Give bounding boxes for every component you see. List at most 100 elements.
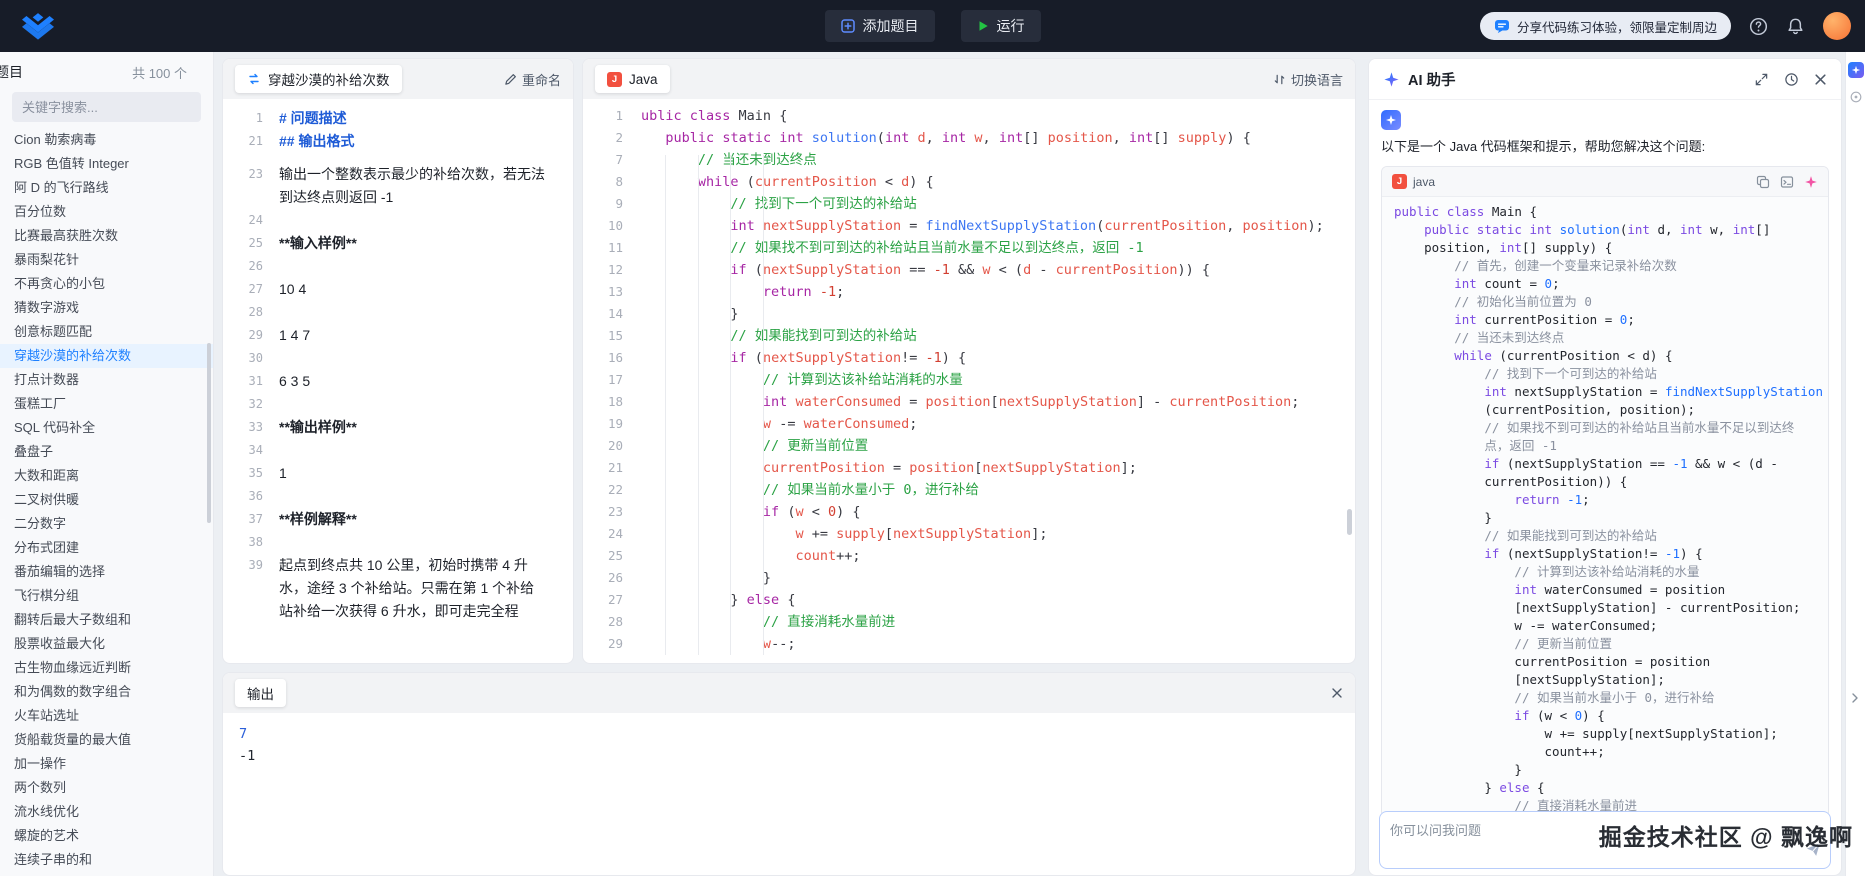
share-banner-button[interactable]: 分享代码练习体验，领限量定制周边 bbox=[1479, 12, 1731, 40]
add-problem-button[interactable]: 添加题目 bbox=[824, 10, 935, 42]
ai-panel-header: AI 助手 bbox=[1369, 59, 1841, 100]
output-tab[interactable]: 输出 bbox=[235, 679, 286, 707]
editor-code-line: 15 // 如果能找到可到达的补给站 bbox=[607, 328, 917, 344]
strip-ai-icon[interactable] bbox=[1847, 62, 1864, 78]
rename-button[interactable]: 重命名 bbox=[504, 70, 561, 89]
language-tab[interactable]: J Java bbox=[595, 65, 670, 93]
sidebar-item[interactable]: 加一操作 bbox=[0, 752, 213, 776]
sidebar-item[interactable]: 翻转后最大子数组和 bbox=[0, 608, 213, 632]
output-close-button[interactable] bbox=[1331, 687, 1343, 699]
switch-language-button[interactable]: 切换语言 bbox=[1273, 70, 1343, 89]
help-button[interactable] bbox=[1749, 17, 1768, 36]
java-icon: J bbox=[607, 71, 622, 87]
problem-line: 34 bbox=[248, 443, 263, 457]
sidebar-item[interactable]: 比赛最高获胜次数 bbox=[0, 224, 213, 248]
editor-code-line: 24 w += supply[nextSupplyStation]; bbox=[607, 526, 1048, 542]
notifications-button[interactable] bbox=[1786, 17, 1805, 36]
sidebar-item[interactable]: Cion 勒索病毒 bbox=[0, 128, 213, 152]
bell-icon bbox=[1788, 18, 1803, 34]
search-input[interactable] bbox=[12, 92, 201, 122]
sidebar-item[interactable]: SQL 代码补全 bbox=[0, 416, 213, 440]
copy-code-button[interactable] bbox=[1756, 175, 1770, 189]
sidebar-item[interactable]: 百分位数 bbox=[0, 200, 213, 224]
sidebar-item[interactable]: RGB 色值转 Integer bbox=[0, 152, 213, 176]
ai-avatar-icon bbox=[1381, 110, 1401, 130]
editor-code-line: 18 int waterConsumed = position[nextSupp… bbox=[607, 394, 1300, 410]
ai-code-line: while (currentPosition < d) { bbox=[1454, 348, 1673, 363]
sidebar-item[interactable]: 连续子串的和 bbox=[0, 848, 213, 872]
sidebar-item[interactable]: 火车站选址 bbox=[0, 704, 213, 728]
send-plane-icon bbox=[1806, 842, 1821, 856]
sidebar-item[interactable]: 股票收益最大化 bbox=[0, 632, 213, 656]
problem-markdown-editor[interactable]: 1 # 问题描述 21 ## 输出格式 23 输出一个整数表示最少的补给次数，若无法到达终… bbox=[223, 99, 573, 623]
ai-code-line: } bbox=[1514, 762, 1522, 777]
problem-line: 35 1 bbox=[248, 465, 287, 481]
ai-code-line: w -= waterConsumed; bbox=[1514, 618, 1658, 633]
editor-scrollbar[interactable] bbox=[1347, 509, 1352, 535]
ai-close-button[interactable] bbox=[1814, 73, 1827, 86]
sidebar-item[interactable]: 猜数字游戏 bbox=[0, 296, 213, 320]
output-panel-header: 输出 bbox=[223, 673, 1355, 713]
problem-sidebar: 题目 共 100 个 Cion 勒索病毒RGB 色值转 Integer阿 D 的… bbox=[0, 52, 214, 876]
problem-line: 38 bbox=[248, 535, 263, 549]
sidebar-item[interactable]: 两个数列 bbox=[0, 776, 213, 800]
indent-guide bbox=[698, 155, 699, 655]
editor-code-line: 23 if (w < 0) { bbox=[607, 504, 861, 520]
editor-code-lines: 1 ublic class Main {2 public static int s… bbox=[593, 105, 1355, 655]
sidebar-item[interactable]: 逆序对的数量 bbox=[0, 872, 213, 876]
problem-panel-header: 穿越沙漠的补给次数 重命名 bbox=[223, 59, 573, 99]
problem-panel: 穿越沙漠的补给次数 重命名 1 # 问题描述 21 ## 输出格式 23 输出一个整数表示… bbox=[222, 58, 574, 664]
problem-line: 26 bbox=[248, 259, 263, 273]
problem-line: 24 bbox=[248, 213, 263, 227]
ai-code-line: currentPosition = position bbox=[1514, 654, 1711, 669]
sidebar-item[interactable]: 不再贪心的小包 bbox=[0, 272, 213, 296]
run-button[interactable]: 运行 bbox=[960, 10, 1041, 42]
sidebar-item[interactable]: 二分数字 bbox=[0, 512, 213, 536]
sidebar-item[interactable]: 古生物血缘远近判断 bbox=[0, 656, 213, 680]
panel-collapse-handle[interactable] bbox=[1850, 692, 1860, 707]
problem-line: 32 bbox=[248, 397, 263, 411]
sidebar-scrollbar[interactable] bbox=[207, 343, 211, 523]
sidebar-item[interactable]: 流水线优化 bbox=[0, 800, 213, 824]
ai-code-line: } else { bbox=[1484, 780, 1545, 795]
sidebar-item[interactable]: 叠盘子 bbox=[0, 440, 213, 464]
code-editor[interactable]: 1 ublic class Main {2 public static int s… bbox=[583, 99, 1355, 663]
send-button[interactable] bbox=[1805, 841, 1822, 863]
editor-code-line: 29 w--; bbox=[607, 636, 796, 652]
ai-code-line: int waterConsumed = position bbox=[1514, 582, 1726, 597]
sidebar-item[interactable]: 大数和距离 bbox=[0, 464, 213, 488]
ai-input-container bbox=[1379, 811, 1831, 869]
strip-tool-icon[interactable] bbox=[1849, 90, 1863, 104]
sidebar-item[interactable]: 暴雨梨花针 bbox=[0, 248, 213, 272]
sidebar-item[interactable]: 蛋糕工厂 bbox=[0, 392, 213, 416]
sidebar-item[interactable]: 分布式团建 bbox=[0, 536, 213, 560]
sidebar-item[interactable]: 番茄编辑的选择 bbox=[0, 560, 213, 584]
juejin-logo[interactable] bbox=[22, 12, 54, 40]
sidebar-item[interactable]: 货船载货量的最大值 bbox=[0, 728, 213, 752]
ai-code-line: // 更新当前位置 bbox=[1514, 636, 1612, 651]
ai-question-input[interactable] bbox=[1380, 812, 1830, 868]
problem-line: 37 **样例解释** bbox=[248, 511, 357, 527]
sidebar-item[interactable]: 创意标题匹配 bbox=[0, 320, 213, 344]
ai-assistant-panel: AI 助手 以下是一个 Java 代码框架和提示，帮助您解决这个问题: J ja… bbox=[1368, 58, 1842, 876]
juejin-logo-icon bbox=[22, 12, 54, 40]
sidebar-item[interactable]: 和为偶数的数字组合 bbox=[0, 680, 213, 704]
sidebar-item[interactable]: 阿 D 的飞行路线 bbox=[0, 176, 213, 200]
sidebar-item[interactable]: 飞行棋分组 bbox=[0, 584, 213, 608]
sidebar-item[interactable]: 打点计数器 bbox=[0, 368, 213, 392]
sidebar-item[interactable]: 穿越沙漠的补给次数 bbox=[0, 344, 213, 368]
ai-history-button[interactable] bbox=[1784, 72, 1799, 87]
ai-code-line: // 首先，创建一个变量来记录补给次数 bbox=[1454, 258, 1677, 273]
ai-code-line: int nextSupplyStation = findNextSupplySt… bbox=[1484, 384, 1823, 399]
insert-code-button[interactable] bbox=[1780, 175, 1794, 189]
problem-tab[interactable]: 穿越沙漠的补给次数 bbox=[235, 65, 402, 93]
ai-code-card: J java public class Main {public static… bbox=[1381, 166, 1829, 813]
sidebar-item[interactable]: 螺旋的艺术 bbox=[0, 824, 213, 848]
ai-apply-button[interactable] bbox=[1804, 175, 1818, 189]
editor-code-line: 28 // 直接消耗水量前进 bbox=[607, 614, 896, 630]
sidebar-item[interactable]: 二叉树供暖 bbox=[0, 488, 213, 512]
ai-expand-button[interactable] bbox=[1754, 72, 1769, 87]
user-avatar[interactable] bbox=[1823, 12, 1851, 40]
ai-code-line: if (nextSupplyStation!= -1) { bbox=[1484, 546, 1703, 561]
java-icon: J bbox=[1392, 174, 1407, 189]
